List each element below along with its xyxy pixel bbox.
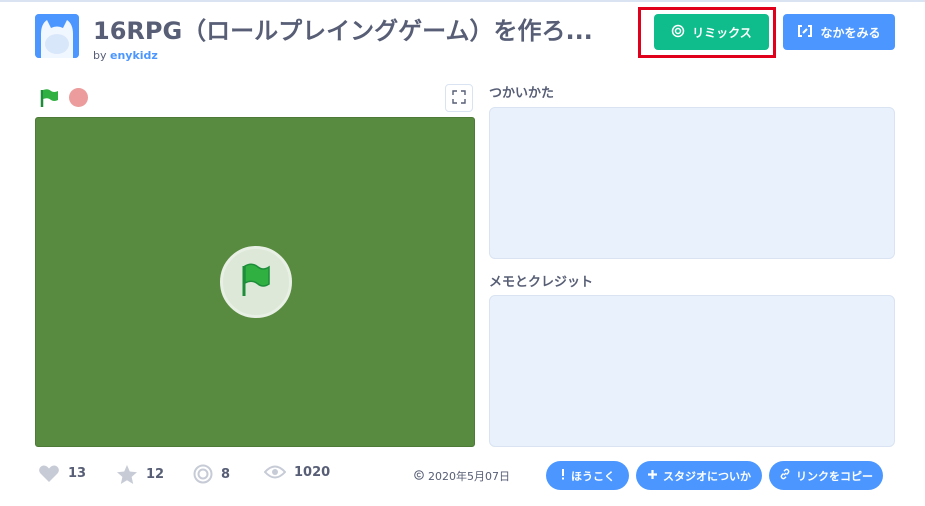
start-overlay-button[interactable] bbox=[220, 246, 292, 318]
link-icon bbox=[779, 468, 791, 483]
see-inside-icon bbox=[797, 24, 813, 41]
star-icon bbox=[116, 464, 138, 485]
remix-count: 8 bbox=[221, 466, 231, 482]
remix-label: リミックス bbox=[692, 25, 752, 40]
project-title: 16RPG（ロールプレイングゲーム）を作ろ... bbox=[93, 17, 593, 45]
notes-heading: メモとクレジット bbox=[489, 275, 594, 290]
plus-icon bbox=[647, 469, 658, 483]
by-label: by bbox=[93, 49, 107, 62]
remix-button[interactable]: リミックス bbox=[654, 14, 769, 50]
copy-link-label: リンクをコピー bbox=[796, 469, 873, 483]
love-stat[interactable]: 13 bbox=[38, 464, 86, 483]
report-label: ほうこく bbox=[571, 469, 615, 483]
add-to-studio-button[interactable]: スタジオについか bbox=[636, 461, 762, 490]
green-flag-icon bbox=[236, 260, 276, 304]
fullscreen-button[interactable] bbox=[445, 84, 473, 112]
byline: by enykidz bbox=[93, 49, 158, 62]
favorite-stat[interactable]: 12 bbox=[116, 464, 164, 485]
stop-icon[interactable] bbox=[69, 88, 88, 107]
top-border bbox=[0, 0, 925, 2]
remix-swirl-icon bbox=[671, 24, 685, 41]
author-link[interactable]: enykidz bbox=[110, 49, 158, 62]
green-flag-icon[interactable] bbox=[39, 88, 61, 108]
author-avatar[interactable] bbox=[35, 14, 79, 58]
instructions-panel bbox=[489, 107, 895, 259]
remix-stat: 8 bbox=[193, 464, 230, 484]
views-stat: 1020 bbox=[264, 464, 330, 480]
see-inside-button[interactable]: なかをみる bbox=[783, 14, 895, 50]
fullscreen-icon bbox=[452, 89, 466, 108]
add-to-studio-label: スタジオについか bbox=[663, 469, 751, 483]
heart-icon bbox=[38, 464, 60, 483]
remix-swirl-icon bbox=[193, 464, 213, 484]
date-text: 2020年5月07日 bbox=[428, 470, 510, 483]
copyright-icon bbox=[414, 469, 424, 483]
instructions-heading: つかいかた bbox=[489, 86, 555, 101]
copy-link-button[interactable]: リンクをコピー bbox=[769, 461, 883, 490]
share-date: 2020年5月07日 bbox=[414, 468, 510, 484]
see-inside-label: なかをみる bbox=[820, 25, 881, 40]
eye-icon bbox=[264, 464, 286, 480]
project-stage[interactable] bbox=[35, 117, 475, 447]
favorite-count: 12 bbox=[146, 467, 165, 482]
love-count: 13 bbox=[68, 466, 87, 481]
report-button[interactable]: ほうこく bbox=[546, 461, 629, 490]
exclamation-icon bbox=[560, 468, 566, 483]
notes-panel bbox=[489, 295, 895, 447]
views-count: 1020 bbox=[294, 464, 331, 480]
